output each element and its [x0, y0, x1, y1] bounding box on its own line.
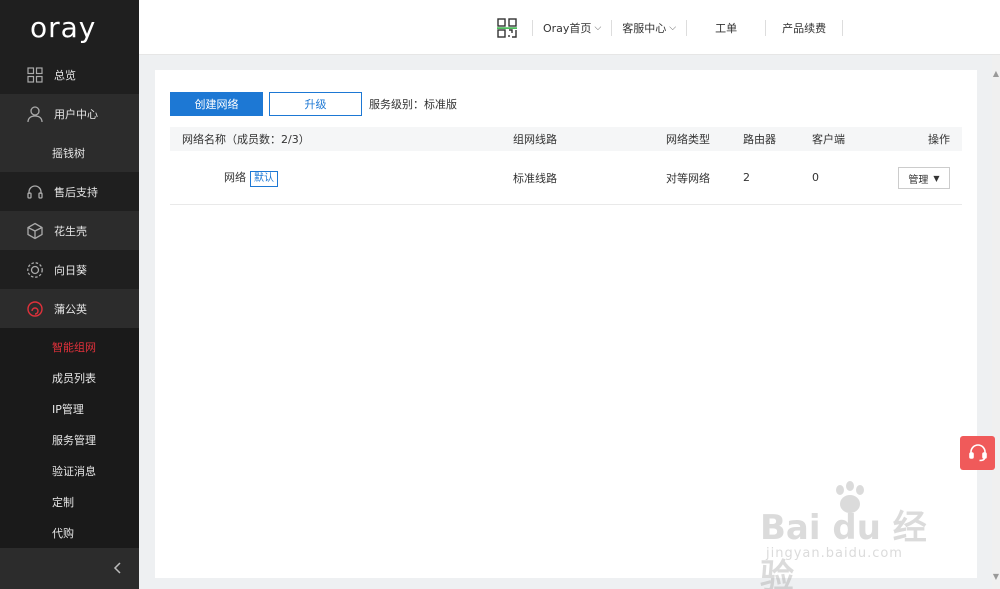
service-level-text: 服务级别：标准版 — [369, 98, 457, 111]
sidebar-item-label: 售后支持 — [54, 185, 98, 199]
network-name-cell: 网络 默认 — [224, 169, 278, 187]
sidebar-item-overview[interactable]: 总览 — [0, 55, 139, 94]
dandelion-submenu: 智能组网 成员列表 IP管理 服务管理 验证消息 定制 代购 — [0, 328, 139, 555]
manage-label: 管理 — [908, 174, 929, 186]
sunflower-icon — [26, 261, 44, 279]
header-network-name: 网络名称（成员数：2/3） — [182, 133, 310, 146]
nav-divider — [842, 19, 844, 36]
sidebar-subitem-label: IP管理 — [52, 402, 84, 416]
sidebar-subitem-label: 验证消息 — [52, 464, 96, 478]
header-client: 客户端 — [812, 133, 845, 146]
network-line-cell: 标准线路 — [513, 171, 557, 185]
oray-logo: oray — [30, 11, 97, 44]
sidebar-subitem-smart-network[interactable]: 智能组网 — [0, 331, 139, 362]
sidebar-item-label: 摇钱树 — [52, 146, 85, 160]
sidebar-item-support[interactable]: 售后支持 — [0, 172, 139, 211]
sidebar-item-label: 花生壳 — [54, 224, 87, 238]
sidebar-item-dandelion[interactable]: 蒲公英 — [0, 289, 139, 328]
sidebar-item-peanut-shell[interactable]: 花生壳 — [0, 211, 139, 250]
sidebar-subitem-label: 代购 — [52, 526, 74, 540]
chevron-left-icon[interactable] — [113, 561, 123, 579]
toolbar: 创建网络 升级 服务级别：标准版 — [170, 92, 457, 116]
baidu-jingyan-watermark: Bai du 经验 jingyan.baidu.com — [760, 480, 950, 589]
nav-label: Oray首页 — [543, 21, 592, 35]
user-icon — [26, 105, 44, 123]
shell-icon — [26, 222, 44, 240]
chevron-down-icon: ⌵ — [669, 22, 677, 33]
sidebar-subitem-ip-management[interactable]: IP管理 — [0, 393, 139, 424]
network-table: 网络名称（成员数：2/3） 组网线路 网络类型 路由器 客户端 操作 网络 默认 … — [170, 127, 962, 205]
network-name[interactable]: 网络 — [224, 171, 246, 184]
watermark-main: Bai du 经验 — [760, 508, 927, 589]
scroll-down-arrow-icon[interactable]: ▼ — [992, 572, 1000, 581]
headset-icon — [968, 442, 988, 465]
nav-oray-home[interactable]: Oray首页 ⌵ — [533, 20, 611, 36]
table-header: 网络名称（成员数：2/3） 组网线路 网络类型 路由器 客户端 操作 — [170, 127, 962, 151]
floating-support-button[interactable] — [960, 436, 995, 470]
scroll-up-arrow-icon[interactable]: ▲ — [992, 69, 1000, 78]
nav-label: 客服中心 — [622, 21, 667, 35]
sidebar-item-label: 用户中心 — [54, 107, 98, 121]
nav-service-center[interactable]: 客服中心 ⌵ — [612, 20, 686, 36]
header-router: 路由器 — [743, 133, 776, 146]
sidebar: oray 总览 用户中心 摇钱树 售后支持 花生壳 向日葵 蒲公英 智能组网 成… — [0, 0, 139, 589]
sidebar-subitem-label: 智能组网 — [52, 340, 96, 354]
nav-tickets[interactable]: 工单 — [687, 20, 765, 36]
sidebar-item-money-tree[interactable]: 摇钱树 — [0, 133, 139, 172]
client-count-cell: 0 — [812, 171, 819, 184]
sidebar-subitem-verify-messages[interactable]: 验证消息 — [0, 455, 139, 486]
sidebar-subitem-service-management[interactable]: 服务管理 — [0, 424, 139, 455]
logo-area[interactable]: oray — [0, 0, 139, 55]
grid-icon — [26, 66, 44, 84]
watermark-sub: jingyan.baidu.com — [766, 546, 903, 561]
sidebar-subitem-customize[interactable]: 定制 — [0, 486, 139, 517]
network-type-cell: 对等网络 — [666, 171, 710, 185]
header-action: 操作 — [928, 133, 950, 146]
header-network-line: 组网线路 — [513, 133, 557, 146]
sidebar-subitem-label: 成员列表 — [52, 371, 96, 385]
nav-label: 产品续费 — [782, 21, 827, 35]
page-scrollbar[interactable]: ▲ ▼ — [992, 55, 1000, 589]
headset-icon — [26, 183, 44, 201]
default-badge: 默认 — [250, 170, 278, 187]
sidebar-subitem-label: 定制 — [52, 495, 74, 509]
caret-down-icon: ▼ — [933, 173, 940, 183]
upgrade-button[interactable]: 升级 — [269, 92, 362, 116]
nav-label: 工单 — [715, 21, 738, 35]
sidebar-item-label: 向日葵 — [54, 263, 87, 277]
router-count-cell: 2 — [743, 171, 750, 184]
qr-code-icon[interactable] — [494, 15, 520, 41]
sidebar-collapse-bar[interactable] — [0, 548, 139, 589]
chevron-down-icon: ⌵ — [594, 22, 602, 33]
sidebar-subitem-members[interactable]: 成员列表 — [0, 362, 139, 393]
nav-renewal[interactable]: 产品续费 — [766, 20, 842, 36]
manage-dropdown-button[interactable]: 管理 ▼ — [898, 167, 950, 189]
sidebar-item-label: 总览 — [54, 68, 76, 82]
sidebar-subitem-purchase[interactable]: 代购 — [0, 517, 139, 548]
dandelion-icon — [26, 300, 44, 318]
top-bar: Oray首页 ⌵ 客服中心 ⌵ 工单 产品续费 — [139, 0, 1000, 55]
top-nav: Oray首页 ⌵ 客服中心 ⌵ 工单 产品续费 — [494, 0, 844, 55]
sidebar-item-user-center[interactable]: 用户中心 — [0, 94, 139, 133]
sidebar-item-sunflower[interactable]: 向日葵 — [0, 250, 139, 289]
create-network-button[interactable]: 创建网络 — [170, 92, 263, 116]
sidebar-item-label: 蒲公英 — [54, 302, 87, 316]
sidebar-subitem-label: 服务管理 — [52, 433, 96, 447]
header-network-type: 网络类型 — [666, 133, 710, 146]
table-row: 网络 默认 标准线路 对等网络 2 0 管理 ▼ — [170, 151, 962, 205]
